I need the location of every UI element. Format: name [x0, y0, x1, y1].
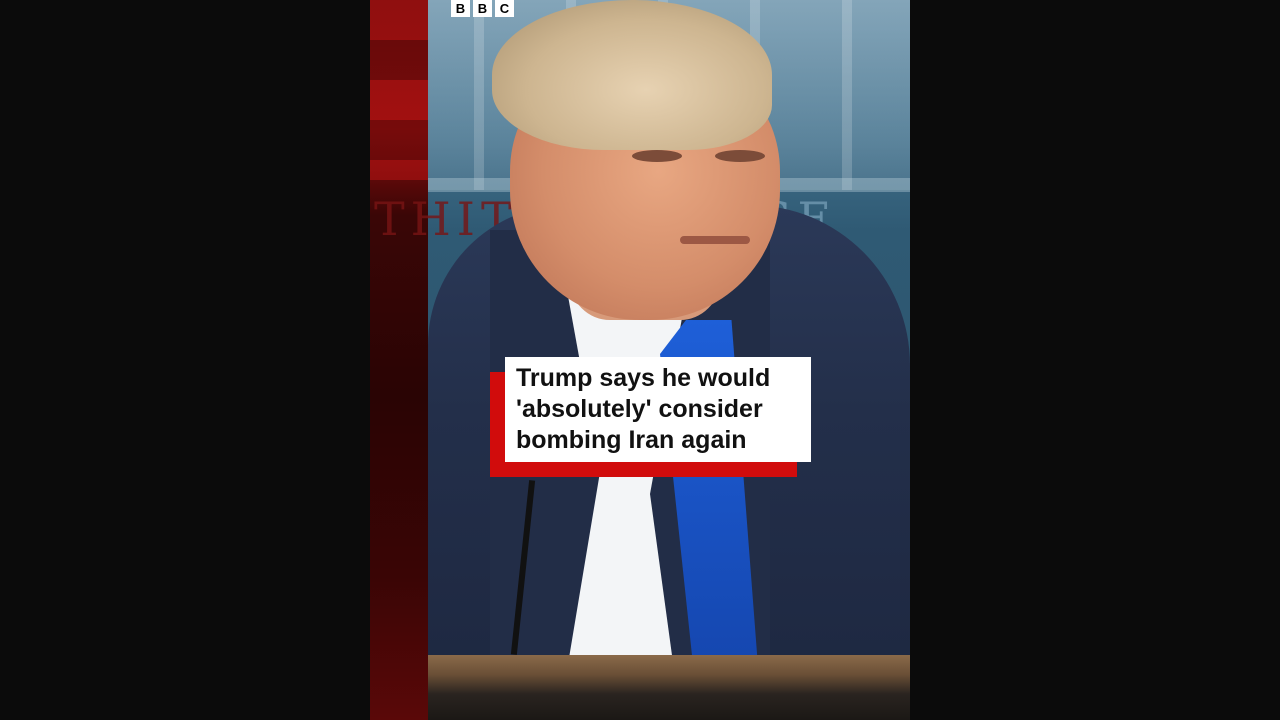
bbc-logo-block-2: B: [473, 0, 492, 17]
background-screen-stripes: [370, 0, 428, 180]
bbc-logo: B B C: [451, 0, 514, 17]
speaker-mouth: [680, 236, 750, 244]
player-stage: THIT SE B B C Trump says he would 'absol…: [0, 0, 1280, 720]
headline-caption: Trump says he would 'absolutely' conside…: [505, 357, 811, 462]
podium: [428, 655, 910, 720]
caption-line-2: 'absolutely' consider: [516, 395, 763, 423]
bbc-logo-block-3: C: [495, 0, 514, 17]
speaker-eye-right: [715, 150, 765, 162]
bbc-logo-block-1: B: [451, 0, 470, 17]
caption-line-1: Trump says he would: [516, 364, 771, 392]
speaker-hair: [492, 0, 772, 150]
speaker-eye-left: [632, 150, 682, 162]
caption-line-3: bombing Iran again: [516, 426, 747, 454]
